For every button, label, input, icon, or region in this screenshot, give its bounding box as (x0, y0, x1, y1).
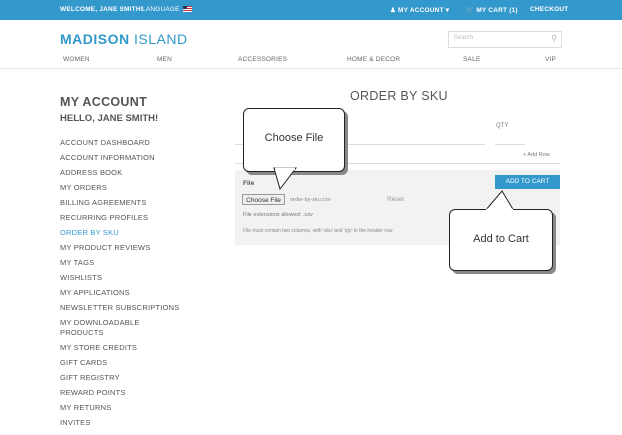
sidebar-item-my-applications[interactable]: MY APPLICATIONS (60, 288, 130, 297)
sidebar-title: MY ACCOUNT (60, 95, 148, 109)
sidebar-greeting: HELLO, JANE SMITH! (60, 113, 159, 124)
us-flag-icon (182, 6, 192, 12)
sidebar-item-wishlists[interactable]: WISHLISTS (60, 273, 102, 282)
sidebar-item-my-product-reviews[interactable]: MY PRODUCT REVIEWS (60, 243, 150, 252)
file-label: File (243, 180, 255, 187)
sidebar-item-account-information[interactable]: ACCOUNT INFORMATION (60, 153, 155, 162)
add-to-cart-callout: Add to Cart (449, 209, 553, 271)
choose-file-callout-pointer (273, 167, 298, 191)
sidebar-item-my-returns[interactable]: MY RETURNS (60, 403, 111, 412)
logo-light-text: ISLAND (134, 31, 188, 47)
welcome-message: WELCOME, JANE SMITH! (60, 6, 144, 13)
sidebar-item-my-store-credits[interactable]: MY STORE CREDITS (60, 343, 137, 352)
sidebar-item-reward-points[interactable]: REWARD POINTS (60, 388, 126, 397)
nav-item-sale[interactable]: SALE (463, 56, 480, 63)
reset-link[interactable]: Reset (387, 196, 404, 203)
nav-item-men[interactable]: MEN (157, 56, 172, 63)
choose-file-button[interactable]: Choose File (242, 194, 285, 205)
nav-item-vip[interactable]: VIP (545, 56, 556, 63)
qty-column-label: QTY (496, 123, 509, 129)
sidebar-item-gift-registry[interactable]: GIFT REGISTRY (60, 373, 120, 382)
sidebar-item-newsletter-subscriptions[interactable]: NEWSLETTER SUBSCRIPTIONS (60, 303, 179, 312)
sidebar-item-my-tags[interactable]: MY TAGS (60, 258, 94, 267)
logo-bold-text: MADISON (60, 31, 130, 47)
choose-file-callout: Choose File (243, 108, 345, 172)
nav-item-women[interactable]: WOMEN (63, 56, 90, 63)
sidebar-item-my-orders[interactable]: MY ORDERS (60, 183, 107, 192)
search-input[interactable]: Search ⚲ (448, 31, 562, 48)
my-account-link[interactable]: ♟ MY ACCOUNT ▾ (390, 6, 449, 14)
language-selector[interactable]: LANGUAGE (142, 6, 192, 13)
search-placeholder: Search (454, 35, 474, 41)
add-row-link[interactable]: + Add Row (523, 152, 550, 158)
add-to-cart-pointer-mask (486, 208, 513, 212)
checkout-link[interactable]: CHECKOUT (530, 6, 568, 13)
allowed-extensions-text: File extensions allowed: .csv (243, 212, 313, 218)
sidebar-item-my-downloadable-products[interactable]: MY DOWNLOADABLE PRODUCTS (60, 318, 150, 338)
page-title: ORDER BY SKU (350, 89, 448, 103)
qty-input-line (495, 144, 525, 145)
my-cart-label: MY CART (1) (476, 7, 518, 14)
add-to-cart-button[interactable]: ADD TO CART (495, 175, 560, 189)
top-bar: WELCOME, JANE SMITH! LANGUAGE ♟ MY ACCOU… (0, 0, 622, 20)
my-account-label: MY ACCOUNT (398, 7, 444, 14)
sidebar-item-invites[interactable]: INVITES (60, 418, 91, 427)
sidebar-item-billing-agreements[interactable]: BILLING AGREEMENTS (60, 198, 147, 207)
sidebar-item-account-dashboard[interactable]: ACCOUNT DASHBOARD (60, 138, 150, 147)
nav-item-home-decor[interactable]: HOME & DECOR (347, 56, 400, 63)
language-label: LANGUAGE (142, 6, 180, 13)
sidebar-item-gift-cards[interactable]: GIFT CARDS (60, 358, 107, 367)
cart-icon: 🛒 (466, 7, 475, 14)
my-cart-link[interactable]: 🛒 MY CART (1) (466, 6, 518, 14)
nav-divider (0, 68, 622, 69)
sidebar-item-recurring-profiles[interactable]: RECURRING PROFILES (60, 213, 148, 222)
add-to-cart-callout-text: Add to Cart (473, 233, 529, 245)
file-format-note: File must contain two columns, with 'sku… (243, 228, 393, 234)
nav-item-accessories[interactable]: ACCESSORIES (238, 56, 287, 63)
selected-file-name: order-by-sku.csv (290, 197, 331, 203)
site-logo[interactable]: MADISON ISLAND (60, 31, 188, 47)
choose-file-callout-text: Choose File (264, 132, 324, 144)
sidebar-item-address-book[interactable]: ADDRESS BOOK (60, 168, 122, 177)
sidebar-item-order-by-sku[interactable]: ORDER BY SKU (60, 228, 119, 237)
user-icon: ♟ (390, 7, 397, 14)
search-icon[interactable]: ⚲ (551, 34, 557, 43)
chevron-down-icon: ▾ (445, 7, 450, 14)
